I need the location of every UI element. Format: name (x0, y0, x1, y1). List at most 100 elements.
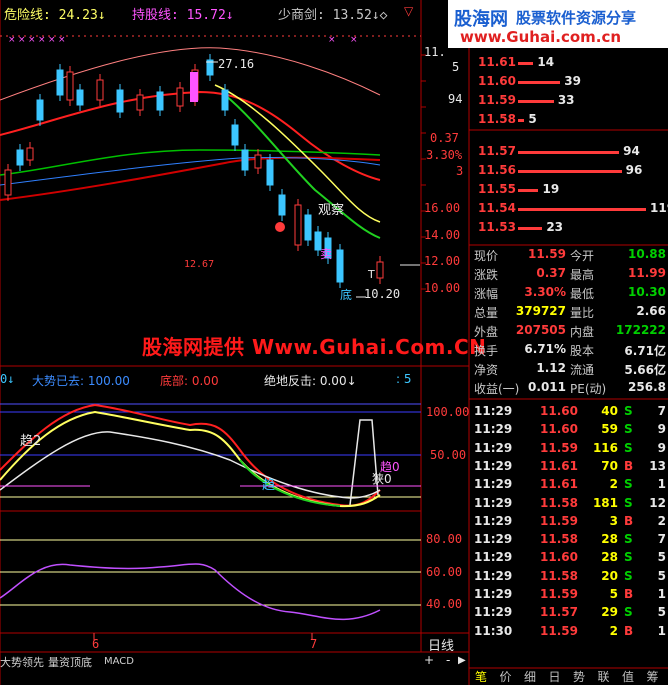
quote-value: 1.12 (536, 361, 566, 375)
tick-time: 11:29 (474, 440, 513, 455)
tick-volume: 28 (601, 550, 618, 565)
tab-macd[interactable]: MACD (104, 656, 134, 670)
tick-row: 11:29 11.58 28 S 7 (472, 531, 668, 548)
quote-value: 6.71亿 (624, 344, 666, 358)
marker-icon: × (350, 35, 358, 45)
tick-row: 11:29 11.57 29 S 5 (472, 604, 668, 621)
axis-label: 11. (424, 45, 446, 59)
quote-value: 207505 (515, 323, 566, 337)
tick-row: 11:29 11.60 28 S 5 (472, 549, 668, 566)
indicator-tail-label: : 5 (396, 372, 412, 386)
tick-price: 11.59 (540, 623, 578, 638)
order-book: 11.61 14 11.60 39 11.59 33 11.58 5 11.57 94 11.56… (472, 55, 668, 245)
tick-side: B (624, 513, 634, 528)
axis-label: 10.00 (424, 281, 461, 295)
quote-value: 6.71% (524, 342, 566, 356)
dropdown-arrow-icon[interactable]: ▽ (404, 4, 413, 18)
side-tab[interactable]: 筹 (642, 668, 664, 685)
marker-icon: × (38, 35, 46, 45)
tick-row: 11:30 11.59 2 B 1 (472, 623, 668, 640)
buy-level: 11.56 96 (472, 163, 668, 180)
quote-panel: 现价 11.59 今开 10.88 涨跌 0.37 最高 11.99 涨幅 3.30% 最低 10.3… (472, 246, 668, 399)
tick-price: 11.58 (540, 495, 578, 510)
tick-list[interactable]: 11:29 11.60 40 S 7 11:29 11.60 59 S 9 11:29 11.59 11… (472, 403, 668, 653)
tab-volume-top-bottom[interactable]: 量资顶底 (48, 654, 92, 669)
trend-tag-label: 趋0 (380, 460, 400, 474)
candle-body (116, 89, 124, 113)
indicator-white (0, 431, 381, 499)
tick-volume: 29 (601, 605, 618, 620)
tick-side: S (624, 550, 633, 565)
side-tab[interactable]: 细 (519, 668, 541, 685)
quote-label: 换手 (474, 344, 499, 358)
order-volume-bar (518, 170, 622, 173)
ma-line-blue (0, 156, 381, 186)
tick-volume: 40 (601, 404, 618, 418)
tick-count: 1 (657, 587, 666, 601)
tick-row: 11:29 11.59 3 B 2 (472, 513, 668, 530)
quote-row: 现价 11.59 今开 10.88 (472, 246, 668, 263)
tick-volume: 3 (609, 513, 618, 528)
quote-row: 涨跌 0.37 最高 11.99 (472, 265, 668, 282)
logo-url: www.Guhai.com.cn (460, 28, 622, 46)
zoom-out-button[interactable]: - (446, 653, 450, 667)
tick-price: 11.61 (540, 458, 578, 473)
indicator-yellow (0, 410, 381, 508)
tick-price: 11.61 (540, 477, 578, 492)
candle-body (96, 79, 104, 101)
tick-row: 11:29 11.60 40 S 7 (472, 403, 668, 420)
lower-axis-60: 60.00 (426, 565, 463, 579)
zoom-in-button[interactable]: + (424, 653, 434, 667)
quote-label: 流通 (570, 363, 595, 377)
tick-volume: 181 (592, 495, 618, 510)
indicator-axis-50: 50.00 (430, 448, 467, 462)
buy-level: 11.57 94 (472, 144, 668, 161)
scroll-right-arrow-icon[interactable]: ▶ (458, 655, 466, 666)
marker-icon: × (48, 35, 56, 45)
candle-body (336, 249, 344, 283)
side-tab[interactable]: 势 (568, 668, 590, 685)
tick-side: S (624, 422, 633, 437)
quote-row: 换手 6.71% 股本 6.71亿 (472, 341, 668, 358)
sell-level: 11.60 39 (472, 74, 668, 91)
order-price: 11.53 (478, 220, 516, 234)
tick-price: 11.59 (540, 513, 578, 528)
tick-volume: 2 (609, 477, 618, 492)
tick-price: 11.59 (540, 587, 578, 601)
side-tab[interactable]: 日 (544, 668, 566, 685)
hold-line-label: 持股线: 15.72↓ (132, 8, 234, 23)
side-tab[interactable]: 价 (495, 668, 517, 685)
quote-value: 10.88 (628, 247, 666, 261)
order-volume: 94 (623, 144, 640, 158)
period-label[interactable]: 日线 (428, 635, 454, 654)
buy-level: 11.54 119 (472, 201, 668, 218)
tick-volume: 5 (609, 587, 618, 601)
candle-body (304, 214, 312, 241)
sell-tag: 卖 (320, 247, 333, 261)
quote-value: 5.66亿 (624, 363, 666, 377)
order-volume: 119 (650, 201, 668, 215)
quote-value: 0.37 (536, 266, 566, 280)
tick-row: 11:29 11.58 20 S 5 (472, 568, 668, 585)
side-tab[interactable]: 笔 (470, 668, 492, 685)
quote-label: 今开 (570, 249, 595, 263)
indicator-a-label: 0↓ (0, 372, 15, 386)
t-tag: T (368, 268, 375, 281)
order-price: 11.61 (478, 55, 516, 69)
tick-volume: 70 (601, 458, 618, 473)
tick-side: S (624, 440, 633, 455)
order-volume-bar (518, 119, 525, 122)
side-tab[interactable]: 值 (617, 668, 639, 685)
bottom-label: 底部: 0.00 (160, 374, 219, 388)
shang-sword-label: 少商剑: 13.52↓◇ (278, 8, 388, 23)
quote-label: PE(动) (570, 382, 607, 396)
quote-value: 11.99 (628, 266, 666, 280)
order-volume-bar (518, 227, 543, 230)
trend-label: 趋 (262, 478, 276, 493)
tick-side: S (624, 532, 633, 547)
quote-value: 0.011 (528, 380, 566, 394)
tick-price: 11.60 (540, 422, 578, 437)
tab-trend-lead[interactable]: 大势领先 (0, 654, 44, 669)
trend-gone-label: 大势已去: 100.00 (32, 374, 130, 388)
side-tab[interactable]: 联 (593, 668, 615, 685)
